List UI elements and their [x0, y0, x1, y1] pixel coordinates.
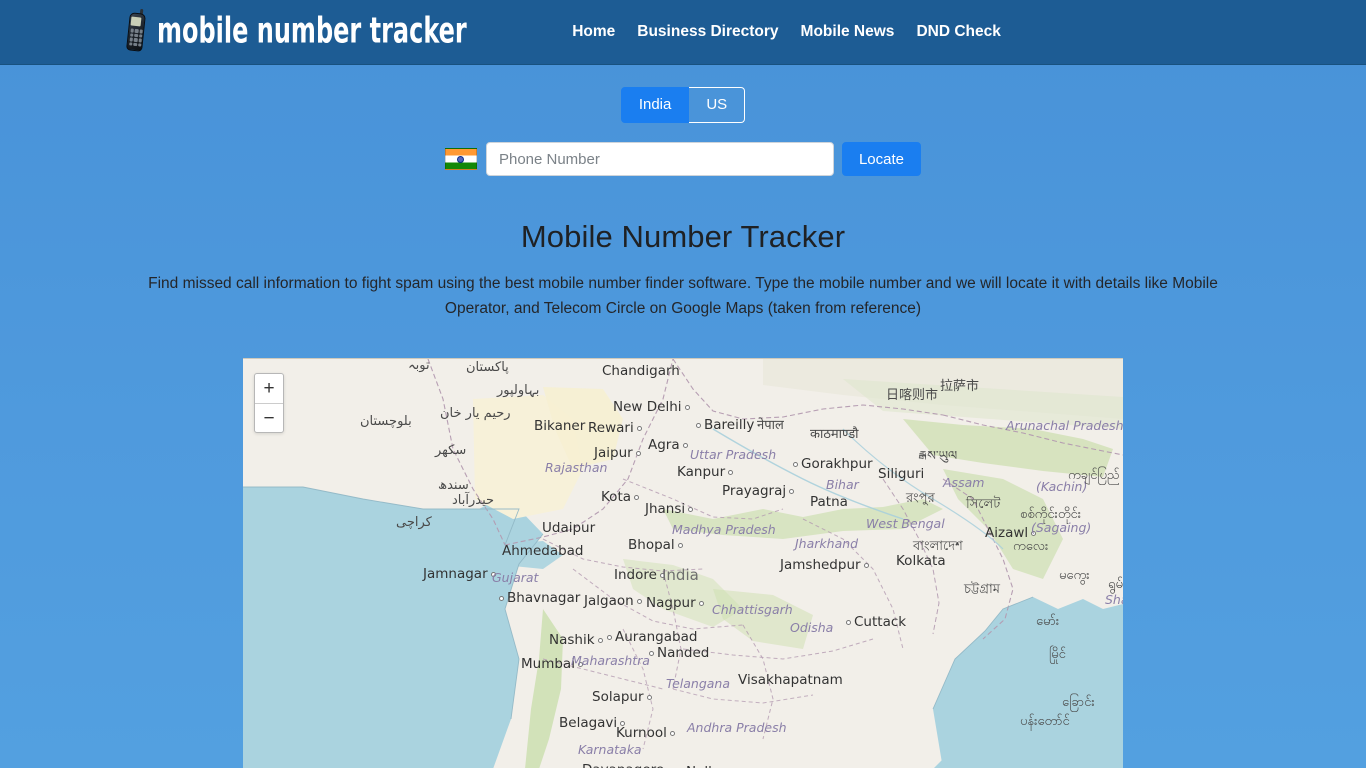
search-row: Locate — [0, 142, 1366, 176]
map-zoom-in-button[interactable]: + — [255, 374, 283, 403]
map-script-label: سکھر — [435, 443, 467, 458]
map-zoom-controls: + − — [254, 373, 284, 433]
map-region-label: Andhra Pradesh — [687, 720, 787, 735]
map-container[interactable]: Chandigarh New Delhi Bikaner Rewari Bareilly… — [243, 358, 1123, 768]
map-city-label: Aurangabad — [604, 629, 697, 645]
map-region-label: West Bengal — [866, 516, 945, 531]
map-canvas[interactable]: Chandigarh New Delhi Bikaner Rewari Bareilly… — [243, 359, 1123, 768]
map-city-label: Bikaner — [534, 418, 586, 434]
map-city-label: Visakhapatnam — [738, 672, 843, 688]
map-city-label: Jalgaon — [584, 593, 645, 609]
header-inner: mobile number tracker Home Business Dire… — [0, 8, 1366, 55]
tab-india[interactable]: India — [620, 87, 690, 123]
map-region-label: Arunachal Pradesh — [1006, 418, 1123, 433]
map-script-label: پاکستان — [466, 360, 509, 375]
map-script-label: 日喀则市 — [886, 388, 939, 403]
map-script-label: မော်း — [1036, 614, 1060, 629]
map-script-label: রংপুর — [906, 491, 935, 506]
map-city-label: Gorakhpur — [790, 456, 873, 472]
map-city-label: Udaipur — [542, 520, 596, 536]
locate-button[interactable]: Locate — [841, 142, 922, 176]
nav-link-business-directory[interactable]: Business Directory — [637, 23, 778, 41]
map-city-label: Patna — [810, 494, 848, 510]
map-region-label: Gujarat — [492, 570, 539, 585]
map-city-label: Davanagere — [582, 762, 675, 768]
map-script-label: سندھ — [438, 478, 469, 493]
country-tab-group: India US — [0, 87, 1366, 123]
map-city-label: Rewari — [588, 420, 645, 436]
map-script-label: မကွေး — [1059, 568, 1090, 583]
map-zoom-out-button[interactable]: − — [255, 403, 283, 432]
map-city-label: Chandigarh — [602, 363, 680, 379]
map-script-label: کراچی — [396, 515, 432, 530]
map-city-label: Bareilly — [693, 417, 754, 433]
phone-number-input[interactable] — [485, 142, 834, 176]
map-city-label: Jhansi — [645, 501, 696, 517]
map-script-label: မြိုင် — [1049, 647, 1066, 662]
map-script-label: काठमाण्डौ — [810, 427, 859, 442]
map-region-label: Maharashtra — [571, 653, 650, 668]
map-region-label: Odisha — [790, 620, 834, 635]
page-subtitle: Find missed call information to fight sp… — [148, 275, 1218, 317]
map-city-label: Nellore — [686, 764, 745, 768]
map-script-label: စစ်ကိုင်းတိုင်း — [1020, 507, 1082, 522]
map-region-label: Bihar — [826, 477, 859, 492]
map-city-label: Nagpur — [646, 595, 707, 611]
map-script-label: بہاولپور — [497, 383, 540, 398]
page-title: Mobile Number Tracker — [520, 219, 846, 254]
nav-link-home[interactable]: Home — [572, 23, 615, 41]
map-script-label: ကချင်ပြည် — [1068, 468, 1120, 483]
map-script-label: বাংলাদেশ — [913, 539, 963, 554]
map-city-label: Kurnool — [616, 725, 678, 741]
search-panel: India US Locate — [0, 65, 1366, 176]
map-city-label: Jamnagar — [423, 566, 499, 582]
map-region-label: Chhattisgarh — [712, 602, 793, 617]
brand-title: mobile number tracker — [157, 10, 467, 53]
map-region-label: Jharkhand — [795, 536, 859, 551]
mobile-phone-icon — [126, 8, 148, 55]
map-region-label: Telangana — [666, 676, 731, 691]
nav-link-mobile-news[interactable]: Mobile News — [801, 23, 895, 41]
map-city-label: Ahmedabad — [502, 543, 584, 559]
map-city-label: Bhopal — [628, 537, 686, 553]
site-header: mobile number tracker Home Business Dire… — [0, 0, 1366, 65]
map-region-label: Karnataka — [578, 742, 642, 757]
map-region-label: Uttar Pradesh — [690, 447, 777, 462]
map-script-label: চট্টগ্রাম — [964, 582, 1000, 597]
map-city-label: Prayagraj — [722, 483, 797, 499]
map-script-label: حیدرآباد — [452, 493, 495, 508]
map-script-label: ရွမ်း — [1108, 577, 1123, 592]
map-city-label: Cuttack — [843, 614, 906, 630]
map-city-label: Indore — [614, 567, 668, 583]
map-city-label: Jaipur — [594, 445, 644, 461]
nav-link-dnd-check[interactable]: DND Check — [916, 23, 1000, 41]
map-script-label: رحیم یار خان — [440, 406, 511, 421]
map-city-label: Agra — [648, 437, 691, 453]
map-city-label: Nanded — [646, 645, 709, 661]
map-city-label: Siliguri — [878, 466, 925, 482]
map-city-label: Solapur — [592, 689, 655, 705]
india-flag-icon — [444, 148, 477, 170]
map-script-label: नेपाल — [757, 418, 784, 433]
map-city-label: Bhavnagar — [496, 590, 580, 606]
map-city-label: Kanpur — [677, 464, 736, 480]
map-city-label: Jamshedpur — [780, 557, 872, 573]
map-script-label: সিলেট — [966, 497, 1001, 512]
map-city-label: Kota — [601, 489, 642, 505]
map-script-label: ကလေး — [1013, 539, 1049, 554]
map-city-label: New Delhi — [613, 399, 693, 415]
main-navigation: Home Business Directory Mobile News DND … — [572, 23, 1001, 41]
map-region-label: Madhya Pradesh — [672, 522, 776, 537]
map-script-label: 拉萨市 — [940, 379, 980, 394]
map-city-label: Nashik — [549, 632, 606, 648]
map-script-label: རྲྒས་ཡུལ — [919, 449, 958, 464]
map-region-label: Rajasthan — [545, 460, 608, 475]
map-script-label: ခြောင်း — [1062, 695, 1095, 710]
map-script-label: بلوچستان — [360, 414, 412, 429]
map-script-label: ပန်းတော်င် — [1020, 714, 1070, 729]
brand-logo-link[interactable]: mobile number tracker — [126, 8, 544, 55]
tab-us[interactable]: US — [689, 87, 746, 123]
map-country-label: India — [662, 566, 699, 584]
map-script-label: توبہ — [408, 358, 430, 373]
